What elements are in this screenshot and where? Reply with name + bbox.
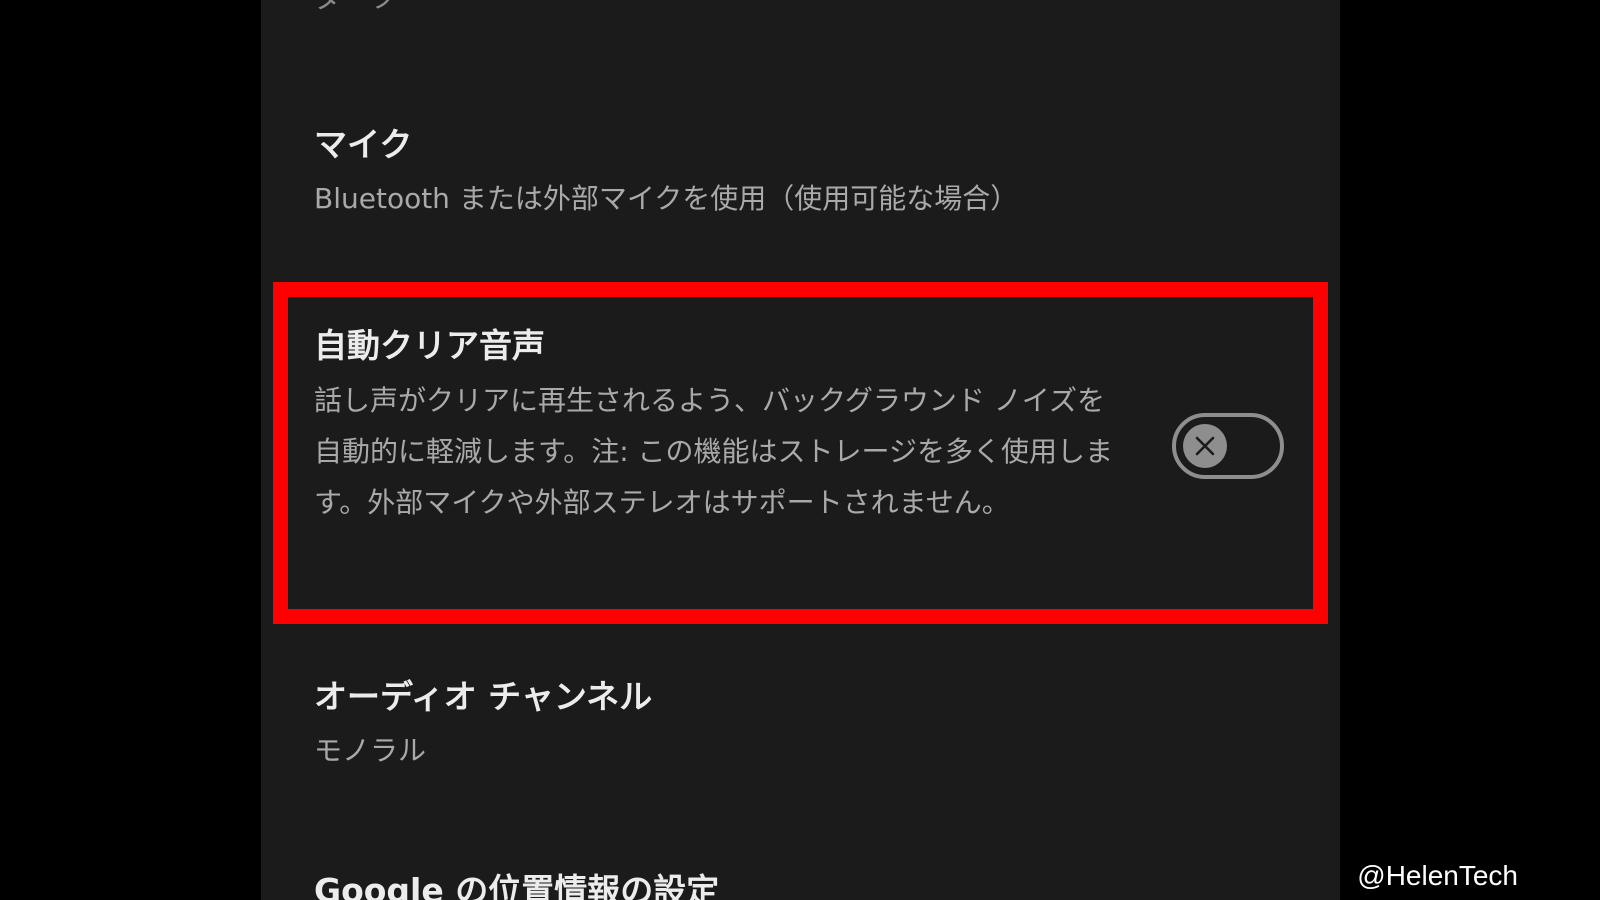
close-icon: [1195, 436, 1215, 456]
setting-google-location-title: Google の位置情報の設定: [314, 871, 720, 900]
auto-clear-voice-toggle[interactable]: [1172, 413, 1284, 479]
setting-microphone[interactable]: マイク Bluetooth または外部マイクを使用（使用可能な場合）: [314, 124, 1300, 219]
setting-microphone-title: マイク: [314, 125, 413, 164]
settings-panel: ダーク マイク Bluetooth または外部マイクを使用（使用可能な場合） 自…: [261, 0, 1340, 900]
screen: ダーク マイク Bluetooth または外部マイクを使用（使用可能な場合） 自…: [0, 0, 1600, 900]
setting-audio-channel-title: オーディオ チャンネル: [314, 677, 653, 716]
setting-microphone-subtitle: Bluetooth または外部マイクを使用（使用可能な場合）: [314, 182, 1019, 215]
setting-auto-clear-voice-title: 自動クリア音声: [314, 326, 545, 365]
previous-setting-value: ダーク: [314, 0, 398, 18]
setting-auto-clear-voice[interactable]: 自動クリア音声 話し声がクリアに再生されるよう、バックグラウンド ノイズを自動的…: [314, 325, 1300, 528]
setting-google-location[interactable]: Google の位置情報の設定: [314, 870, 1300, 900]
setting-audio-channel-subtitle: モノラル: [314, 734, 427, 767]
toggle-knob: [1183, 424, 1227, 468]
setting-auto-clear-voice-description: 話し声がクリアに再生されるよう、バックグラウンド ノイズを自動的に軽減します。注…: [314, 384, 1113, 519]
setting-audio-channel[interactable]: オーディオ チャンネル モノラル: [314, 676, 1300, 771]
watermark: @HelenTech: [1357, 860, 1518, 891]
